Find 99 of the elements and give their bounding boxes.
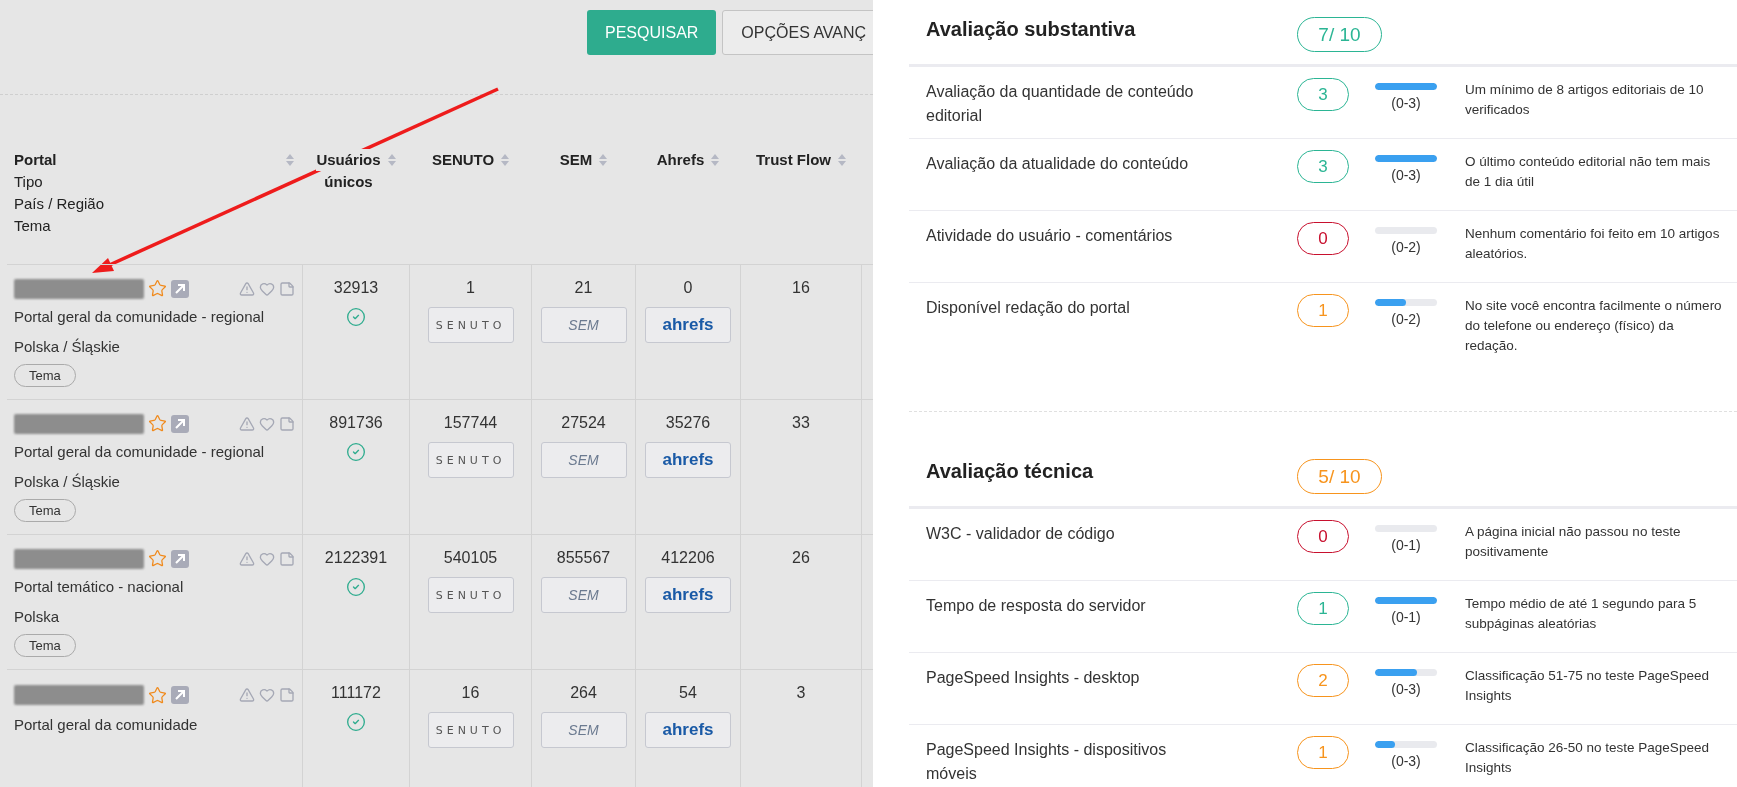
note-icon[interactable] xyxy=(279,550,295,567)
senuto-logo-button[interactable]: SENUTO xyxy=(427,307,514,343)
score-range: (0-3) xyxy=(1391,95,1421,111)
sem-logo-button[interactable]: SEM xyxy=(540,307,627,343)
warning-icon[interactable] xyxy=(239,550,255,567)
sort-icon[interactable] xyxy=(500,153,511,167)
portal-region: Polska / Śląskie xyxy=(14,472,121,492)
criterion-description: Nenhum comentário foi feito em 10 artigos aleatórios. xyxy=(1465,225,1721,263)
external-link-icon[interactable] xyxy=(171,686,189,704)
sort-icon[interactable] xyxy=(710,153,721,167)
sort-icon[interactable] xyxy=(837,153,847,167)
warning-icon[interactable] xyxy=(239,415,255,432)
star-icon[interactable] xyxy=(148,549,167,568)
criterion-description: O último conteúdo editorial não tem mais de 1 dia útil xyxy=(1465,153,1712,191)
table-cell-text: 264 xyxy=(570,683,597,703)
sem-logo-button[interactable]: SEM xyxy=(540,577,627,613)
section-title: Avaliação técnica xyxy=(926,459,1095,483)
ahrefs-logo-button[interactable]: ahrefs xyxy=(645,442,731,478)
criterion-name: PageSpeed Insights - desktop xyxy=(926,668,1141,688)
score-bar xyxy=(1375,155,1437,162)
sort-icon[interactable] xyxy=(598,153,609,167)
star-icon[interactable] xyxy=(148,414,167,433)
score-range: (0-1) xyxy=(1391,609,1421,625)
senuto-logo-button[interactable]: SENUTO xyxy=(427,577,514,613)
score-bar xyxy=(1375,597,1437,604)
star-icon[interactable] xyxy=(148,279,167,298)
table-cell-text: 157744 xyxy=(443,413,498,433)
heart-icon[interactable] xyxy=(259,280,275,297)
criterion-description: Tempo médio de até 1 segundo para 5 subpáginas aleatórias xyxy=(1465,595,1698,633)
score-bar xyxy=(1375,83,1437,90)
warning-icon[interactable] xyxy=(239,687,255,703)
score-range: (0-3) xyxy=(1391,681,1421,697)
score-bar xyxy=(1375,741,1437,748)
ahrefs-logo-button[interactable]: ahrefs xyxy=(645,307,731,343)
table-cell-text: 21 xyxy=(574,278,593,298)
criterion-description: Classificação 26-50 no teste PageSpeed Insights xyxy=(1465,739,1710,777)
criterion-name: W3C - validador de código xyxy=(926,524,1116,544)
heart-icon[interactable] xyxy=(259,415,275,432)
table-cell-text: 27524 xyxy=(561,413,606,433)
star-icon[interactable] xyxy=(148,685,167,705)
unique-users: 2122391 xyxy=(324,548,388,568)
score-bar xyxy=(1375,299,1437,306)
senuto-logo-button[interactable]: SENUTO xyxy=(427,442,514,478)
criterion-description: Classificação 51-75 no teste PageSpeed Insights xyxy=(1465,667,1710,705)
score-range: (0-2) xyxy=(1391,311,1421,327)
score-range: (0-2) xyxy=(1391,239,1421,255)
external-link-icon[interactable] xyxy=(171,549,189,568)
table-cell-text: 54 xyxy=(679,683,697,703)
table-cell-text: 412206 xyxy=(661,548,715,568)
criterion-description: A página inicial não passou no teste positivamente xyxy=(1465,523,1682,561)
sem-logo-button[interactable]: SEM xyxy=(540,712,627,748)
portal-region: Polska xyxy=(14,607,61,627)
sort-icon[interactable] xyxy=(386,153,397,167)
portal-type: Portal temático - nacional xyxy=(14,577,185,597)
portal-type: Portal geral da comunidade xyxy=(14,715,199,735)
score-range: (0-3) xyxy=(1391,753,1421,769)
portal-type: Portal geral da comunidade - regional xyxy=(14,442,266,462)
criterion-name: Atividade do usuário - comentários xyxy=(926,226,1174,246)
warning-icon[interactable] xyxy=(239,280,255,297)
table-cell-text: 16 xyxy=(461,683,480,703)
score-range: (0-3) xyxy=(1391,167,1421,183)
ahrefs-logo-button[interactable]: ahrefs xyxy=(645,577,731,613)
criterion-description: No site você encontra facilmente o número do telefone ou endereço (físico) da redação. xyxy=(1465,297,1723,355)
heart-icon[interactable] xyxy=(259,687,275,703)
section-title: Avaliação substantiva xyxy=(926,17,1137,41)
note-icon[interactable] xyxy=(279,687,295,703)
table-cell-text: 540105 xyxy=(443,548,498,568)
criterion-name: Avaliação da quantidade de conteúdo editorial xyxy=(926,82,1195,126)
portal-region: Polska / Śląskie xyxy=(14,337,121,357)
senuto-logo-button[interactable]: SENUTO xyxy=(427,712,514,748)
score-range: (0-1) xyxy=(1391,537,1421,553)
sort-icon[interactable] xyxy=(285,153,295,167)
unique-users: 32913 xyxy=(333,278,379,298)
ahrefs-logo-button[interactable]: ahrefs xyxy=(645,712,731,748)
column-header: Usuários xyxy=(316,149,381,171)
table-cell-text: 26 xyxy=(792,548,810,568)
note-icon[interactable] xyxy=(279,415,295,432)
criterion-name: Avaliação da atualidade do conteúdo xyxy=(926,154,1190,174)
criterion-description: Um mínimo de 8 artigos editoriais de 10 verificados xyxy=(1465,81,1705,119)
external-link-icon[interactable] xyxy=(171,414,189,433)
note-icon[interactable] xyxy=(279,280,295,297)
score-bar xyxy=(1375,669,1437,676)
advanced-options-button[interactable]: OPÇÕES AVANÇ xyxy=(722,10,873,55)
criterion-name: PageSpeed Insights - dispositivos móveis xyxy=(926,740,1168,784)
table-cell-text: 16 xyxy=(792,278,810,298)
heart-icon[interactable] xyxy=(259,550,275,567)
unique-users: 111172 xyxy=(331,683,381,703)
external-link-icon[interactable] xyxy=(171,279,189,298)
table-cell-text: 0 xyxy=(683,278,693,298)
table-cell-text: 3 xyxy=(796,683,806,703)
table-cell-text: 33 xyxy=(792,413,810,433)
table-cell-text: 1 xyxy=(466,278,475,298)
criterion-name: Disponível redação do portal xyxy=(926,298,1131,318)
unique-users: 891736 xyxy=(329,413,383,433)
table-cell-text: 35276 xyxy=(665,413,711,433)
criterion-name: Tempo de resposta do servidor xyxy=(926,596,1147,616)
portal-type: Portal geral da comunidade - regional xyxy=(14,307,266,327)
table-cell-text: 855567 xyxy=(556,548,611,568)
sem-logo-button[interactable]: SEM xyxy=(540,442,627,478)
